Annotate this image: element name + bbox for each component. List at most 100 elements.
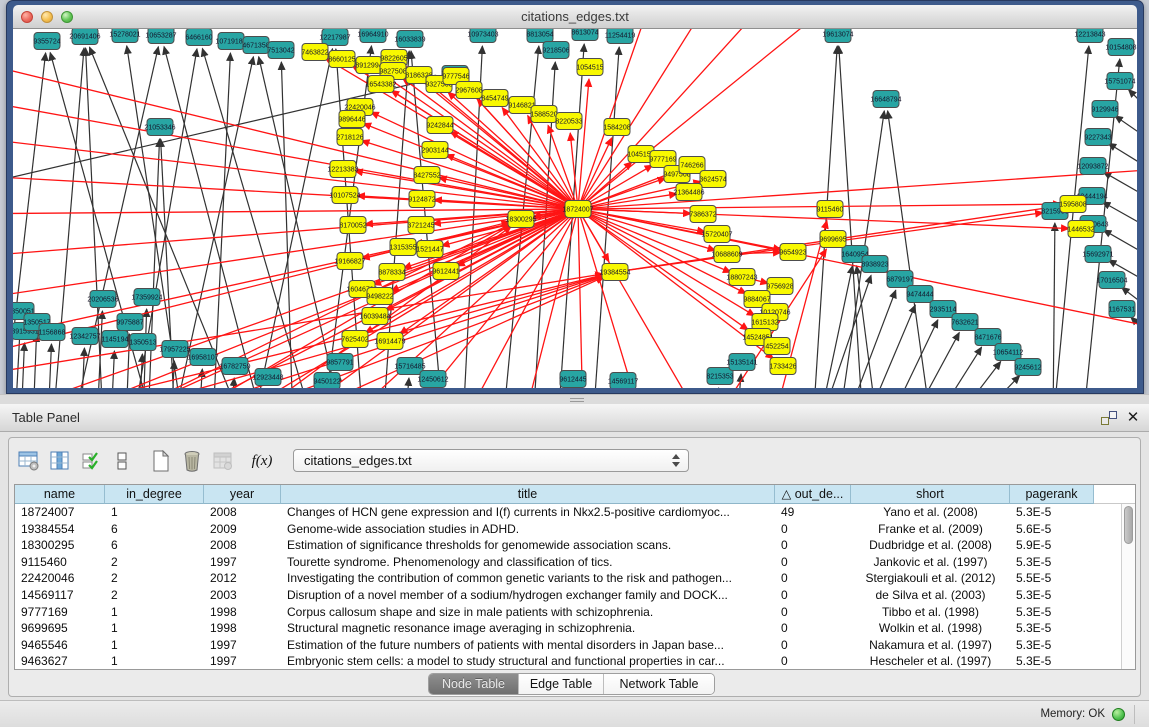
network-node[interactable]: 3624574 [699, 171, 726, 188]
network-node[interactable]: 1521447 [416, 241, 443, 258]
network-node[interactable]: 16782759 [219, 358, 250, 375]
network-node[interactable]: 2967608 [455, 82, 482, 99]
network-node[interactable]: 21364486 [673, 184, 704, 201]
new-column-button[interactable] [147, 448, 175, 474]
table-row[interactable]: 969969511998Structural magnetic resonanc… [15, 620, 1121, 637]
network-node[interactable]: 1595808 [1059, 196, 1086, 213]
network-node[interactable]: 1167531 [1109, 301, 1136, 318]
network-node[interactable]: 9474444 [906, 286, 933, 303]
network-node[interactable]: 10653287 [145, 29, 176, 44]
network-node[interactable]: 1615132 [751, 314, 778, 331]
network-node[interactable]: 16033839 [394, 31, 425, 48]
network-node[interactable]: 9612441 [432, 263, 459, 280]
network-node[interactable]: 2903144 [421, 142, 448, 159]
column-header-year[interactable]: year [204, 485, 281, 504]
network-node[interactable]: 8938923 [861, 256, 888, 273]
network-node[interactable]: 14569117 [608, 373, 639, 389]
delete-column-button[interactable] [178, 448, 206, 474]
table-row[interactable]: 911546021997Tourette syndrome. Phenomeno… [15, 554, 1121, 571]
network-node[interactable]: 9129946 [1091, 101, 1118, 118]
table-selector-dropdown[interactable]: citations_edges.txt [293, 449, 689, 472]
scrollbar-thumb[interactable] [1124, 506, 1133, 544]
network-node[interactable]: 1156868 [39, 324, 66, 341]
import-table-button[interactable] [209, 448, 237, 474]
select-rows-button[interactable] [77, 448, 105, 474]
network-node[interactable]: 10654112 [993, 344, 1024, 361]
network-node[interactable]: 9115460 [817, 201, 844, 218]
float-panel-icon[interactable] [1101, 411, 1117, 425]
network-node[interactable]: 452254 [764, 338, 790, 355]
network-node[interactable]: 15278021 [109, 29, 140, 43]
network-node[interactable]: 19384554 [599, 264, 630, 281]
network-node[interactable]: 20206536 [87, 291, 118, 308]
tab-edge-table[interactable]: Edge Table [519, 674, 604, 694]
table-row[interactable]: 2242004622012Investigating the contribut… [15, 570, 1121, 587]
network-node[interactable]: 21053346 [144, 119, 175, 136]
network-node[interactable]: 9699695 [819, 231, 846, 248]
network-node[interactable]: 16914479 [374, 333, 405, 350]
table-row[interactable]: 1830029562008Estimation of significance … [15, 537, 1121, 554]
network-node[interactable]: 12093872 [1077, 158, 1108, 175]
table-mode-button[interactable] [15, 448, 43, 474]
network-node[interactable]: 19166827 [334, 253, 365, 270]
network-node[interactable]: 8170052 [339, 217, 366, 234]
function-builder-button[interactable]: f(x) [248, 448, 276, 474]
network-node[interactable]: 8813054 [526, 29, 553, 43]
network-node[interactable]: 15751074 [1104, 73, 1135, 90]
network-node[interactable]: 10107524 [329, 187, 360, 204]
network-node[interactable]: 9245612 [1014, 359, 1041, 376]
network-node[interactable]: 15720407 [701, 226, 732, 243]
network-node[interactable]: 15135141 [726, 354, 757, 371]
network-node[interactable]: 9654923 [779, 244, 806, 261]
network-node[interactable]: 6466160 [185, 29, 212, 46]
network-node[interactable]: 16964910 [357, 29, 388, 43]
network-window-titlebar[interactable]: citations_edges.txt [13, 5, 1137, 29]
network-node[interactable]: 17359924 [131, 289, 162, 306]
network-node[interactable]: 1315355 [389, 239, 416, 256]
close-panel-icon[interactable]: ✕ [1125, 409, 1141, 427]
table-row[interactable]: 1872400712008Changes of HCN gene express… [15, 504, 1121, 521]
network-node[interactable]: 17957225 [159, 341, 190, 358]
network-node[interactable]: 8454749 [481, 90, 508, 107]
network-node[interactable]: 15692971 [1082, 246, 1113, 263]
network-node[interactable]: 10154808 [1105, 39, 1136, 56]
column-header-name[interactable]: name [15, 485, 105, 504]
network-node[interactable]: 9896446 [338, 111, 365, 128]
table-row[interactable]: 946554611997Estimation of the future num… [15, 637, 1121, 654]
table-row[interactable]: 977716911998Corpus callosum shape and si… [15, 604, 1121, 621]
network-node[interactable]: 9975887 [116, 314, 143, 331]
network-node[interactable]: 9242844 [426, 117, 453, 134]
network-canvas[interactable]: 9355724206914061527802110653287646616010… [13, 29, 1137, 388]
row-height-button[interactable] [108, 448, 136, 474]
network-node[interactable]: 18300295 [505, 211, 536, 228]
column-header-out-de-[interactable]: △ out_de... [775, 485, 851, 504]
network-node[interactable]: 1350513 [129, 334, 156, 351]
network-node[interactable]: 1733426 [769, 358, 796, 375]
network-node[interactable]: 11254419 [605, 29, 636, 44]
network-node[interactable]: 16648794 [870, 91, 901, 108]
network-node[interactable]: 7386372 [689, 206, 716, 223]
network-node[interactable]: 8427552 [413, 167, 440, 184]
tab-network-table[interactable]: Network Table [604, 674, 714, 694]
network-node[interactable]: 2718126 [336, 129, 363, 146]
network-node[interactable]: 16039484 [359, 308, 390, 325]
column-header-in-degree[interactable]: in_degree [105, 485, 204, 504]
network-node[interactable]: 20691406 [69, 29, 100, 45]
network-node[interactable]: 4671358 [242, 37, 269, 54]
network-node[interactable]: 1145194 [102, 331, 129, 348]
show-column-button[interactable] [46, 448, 74, 474]
table-row[interactable]: 946362711997Embryonic stem cells: a mode… [15, 653, 1121, 669]
network-node[interactable]: 9857791 [326, 354, 353, 371]
network-node[interactable]: 19613074 [822, 29, 853, 43]
network-node[interactable]: 12213843 [1074, 29, 1105, 43]
network-node[interactable]: 9756928 [766, 278, 793, 295]
column-header-title[interactable]: title [281, 485, 775, 504]
network-node[interactable]: 8220533 [555, 113, 582, 130]
network-node[interactable]: 1588520 [530, 106, 557, 123]
network-node[interactable]: 1584208 [603, 119, 630, 136]
network-node[interactable]: 9450122 [313, 373, 340, 389]
network-node[interactable]: 17016504 [1096, 272, 1127, 289]
table-row[interactable]: 1938455462009Genome-wide association stu… [15, 521, 1121, 538]
network-node[interactable]: 1446532 [1067, 221, 1094, 238]
network-node[interactable]: 9124872 [408, 191, 435, 208]
